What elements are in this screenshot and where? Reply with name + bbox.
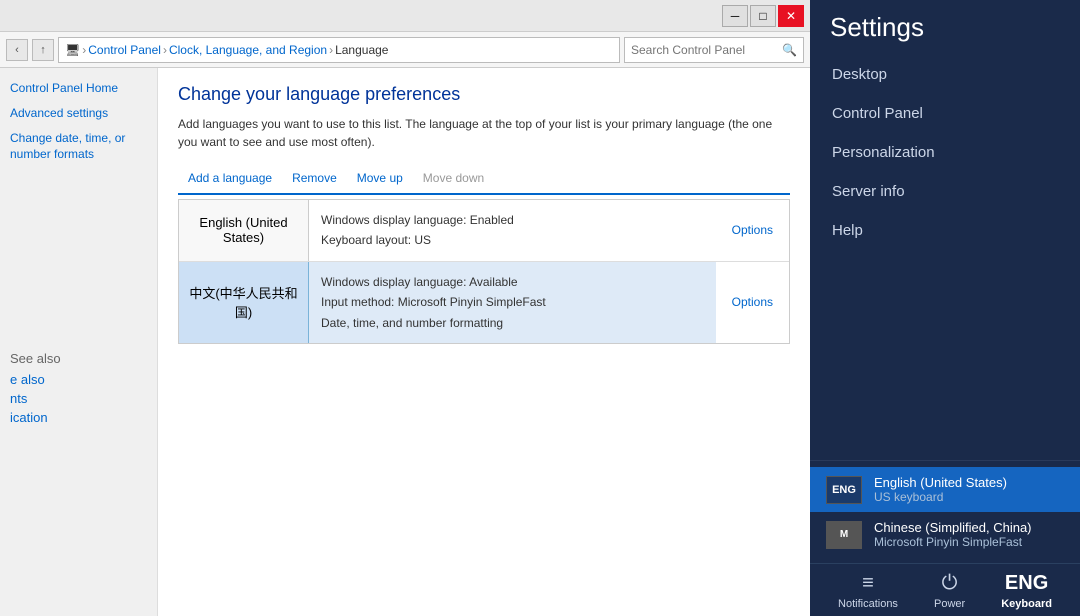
move-down-button[interactable]: Move down xyxy=(413,167,494,189)
chinese-options-link[interactable]: Options xyxy=(732,295,773,309)
language-details-english: Windows display language: Enabled Keyboa… xyxy=(309,200,716,261)
language-toolbar: Add a language Remove Move up Move down xyxy=(178,167,790,195)
remove-button[interactable]: Remove xyxy=(282,167,347,189)
chi-sub: Microsoft Pinyin SimpleFast xyxy=(874,535,1064,549)
lang-detail-keyboard: Keyboard layout: US xyxy=(321,230,704,250)
chi-name: Chinese (Simplified, China) xyxy=(874,520,1064,535)
settings-menu: Desktop Control Panel Personalization Se… xyxy=(810,51,1080,460)
breadcrumb-control-panel[interactable]: Control Panel xyxy=(88,43,161,57)
lang-option-chinese[interactable]: M Chinese (Simplified, China) Microsoft … xyxy=(810,512,1080,557)
close-button[interactable]: ✕ xyxy=(778,5,804,27)
content-area: Change your language preferences Add lan… xyxy=(158,68,810,616)
settings-help[interactable]: Help xyxy=(810,211,1080,250)
lang-option-english[interactable]: ENG English (United States) US keyboard xyxy=(810,467,1080,512)
see-also-title: See also xyxy=(10,351,147,366)
language-name-english: English (United States) xyxy=(179,200,309,261)
breadcrumb-language: Language xyxy=(335,43,388,57)
language-item-english[interactable]: English (United States) Windows display … xyxy=(179,200,789,262)
eng-sub: US keyboard xyxy=(874,490,1064,504)
move-up-button[interactable]: Move up xyxy=(347,167,413,189)
sidebar: Control Panel Home Advanced settings Cha… xyxy=(0,68,158,616)
language-name-chinese: 中文(中华人民共和国) xyxy=(179,262,309,343)
sidebar-advanced-settings[interactable]: Advanced settings xyxy=(10,105,147,122)
language-list: English (United States) Windows display … xyxy=(178,199,790,344)
add-language-button[interactable]: Add a language xyxy=(178,167,282,189)
lang-detail-display-chi: Windows display language: Available xyxy=(321,272,704,292)
notifications-button[interactable]: ≡ Notifications xyxy=(838,572,898,610)
eng-name: English (United States) xyxy=(874,475,1064,490)
eng-info: English (United States) US keyboard xyxy=(874,475,1064,504)
settings-title: Settings xyxy=(810,0,1080,51)
see-also-link-2[interactable]: nts xyxy=(10,391,147,406)
sidebar-cp-home[interactable]: Control Panel Home xyxy=(10,80,147,97)
breadcrumb-icon: 🖥 xyxy=(65,43,80,57)
language-options-chinese: Options xyxy=(716,262,789,343)
lang-detail-date: Date, time, and number formatting xyxy=(321,313,704,333)
eng-flag: ENG xyxy=(826,476,862,504)
maximize-button[interactable]: □ xyxy=(750,5,776,27)
settings-server-info[interactable]: Server info xyxy=(810,172,1080,211)
keyboard-value: ENG xyxy=(1005,572,1048,595)
back-button[interactable]: ‹ xyxy=(6,39,28,61)
search-icon: 🔍 xyxy=(782,43,797,57)
see-also-link-1[interactable]: e also xyxy=(10,372,147,387)
lang-detail-input: Input method: Microsoft Pinyin SimpleFas… xyxy=(321,292,704,312)
keyboard-button[interactable]: ENG Keyboard xyxy=(1001,572,1052,610)
language-details-chinese: Windows display language: Available Inpu… xyxy=(309,262,716,343)
english-options-link[interactable]: Options xyxy=(732,223,773,237)
page-description: Add languages you want to use to this li… xyxy=(178,115,790,151)
breadcrumb: 🖥 › Control Panel › Clock, Language, and… xyxy=(58,37,620,63)
language-switcher: ENG English (United States) US keyboard … xyxy=(810,460,1080,563)
language-options-list: ENG English (United States) US keyboard … xyxy=(810,461,1080,563)
up-button[interactable]: ↑ xyxy=(32,39,54,61)
page-title: Change your language preferences xyxy=(178,84,790,105)
settings-desktop[interactable]: Desktop xyxy=(810,55,1080,94)
search-input[interactable] xyxy=(631,43,782,57)
notifications-icon: ≡ xyxy=(862,572,874,595)
taskbar: ≡ Notifications ⏻ Power ENG Keyboard xyxy=(810,563,1080,616)
settings-control-panel[interactable]: Control Panel xyxy=(810,94,1080,133)
sidebar-change-date[interactable]: Change date, time, or number formats xyxy=(10,130,147,164)
chi-info: Chinese (Simplified, China) Microsoft Pi… xyxy=(874,520,1064,549)
see-also-link-3[interactable]: ication xyxy=(10,410,147,425)
address-bar: ‹ ↑ 🖥 › Control Panel › Clock, Language,… xyxy=(0,32,810,68)
power-button[interactable]: ⏻ Power xyxy=(934,572,965,610)
search-box[interactable]: 🔍 xyxy=(624,37,804,63)
power-icon: ⏻ xyxy=(942,572,958,595)
keyboard-label: Keyboard xyxy=(1001,598,1052,610)
notifications-label: Notifications xyxy=(838,598,898,610)
settings-personalization[interactable]: Personalization xyxy=(810,133,1080,172)
settings-panel: Settings Desktop Control Panel Personali… xyxy=(810,0,1080,616)
breadcrumb-clock[interactable]: Clock, Language, and Region xyxy=(169,43,327,57)
language-options-english: Options xyxy=(716,200,789,261)
chi-flag: M xyxy=(826,521,862,549)
language-item-chinese[interactable]: 中文(中华人民共和国) Windows display language: Av… xyxy=(179,262,789,343)
power-label: Power xyxy=(934,598,965,610)
lang-detail-display: Windows display language: Enabled xyxy=(321,210,704,230)
title-bar: ─ □ ✕ xyxy=(0,0,810,32)
minimize-button[interactable]: ─ xyxy=(722,5,748,27)
